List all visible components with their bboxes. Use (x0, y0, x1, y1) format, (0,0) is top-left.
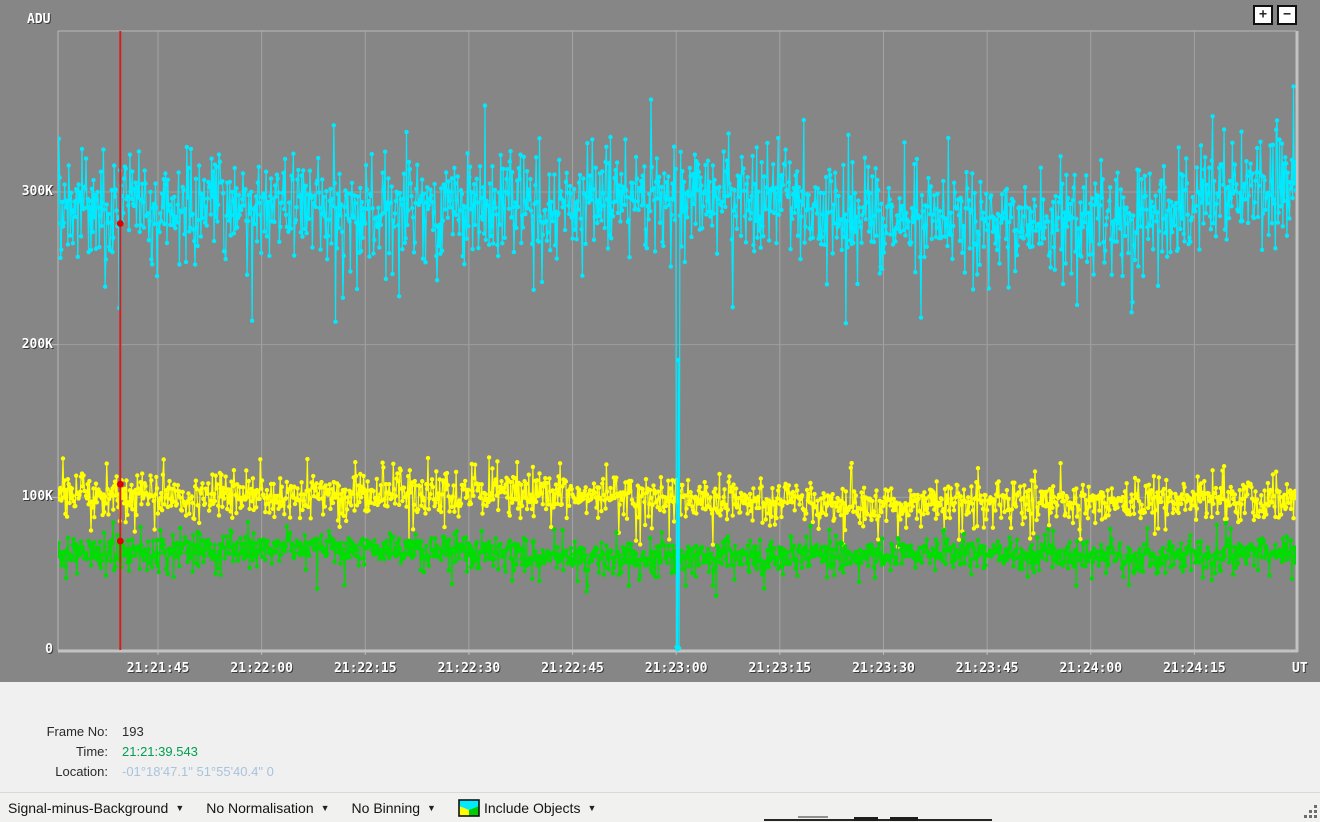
light-curve-plot[interactable] (0, 0, 1320, 682)
frame-location-row: Location: -01°18'47.1" 51°55'40.4" 0 (0, 762, 274, 782)
zoom-controls: + − (1253, 5, 1297, 25)
x-tick-label: 21:23:00 (645, 661, 708, 676)
y-tick-label: 300K (0, 184, 53, 199)
frame-time-label: Time: (0, 742, 108, 762)
dropdown-reduction-mode[interactable]: Signal-minus-Background ▼ (8, 800, 184, 816)
frame-location-value: -01°18'47.1" 51°55'40.4" 0 (122, 762, 274, 782)
y-tick-label: 100K (0, 489, 53, 504)
x-tick-label: 21:23:15 (749, 661, 812, 676)
frame-location-label: Location: (0, 762, 108, 782)
light-curve-viewer-window: ADU UT 21:21:45 21:22:00 21:22:15 21:22:30 2… (0, 0, 1320, 822)
y-tick-label: 200K (0, 337, 53, 352)
x-tick-label: 21:23:45 (956, 661, 1019, 676)
include-objects-icon (458, 799, 480, 817)
chevron-down-icon: ▼ (587, 803, 596, 813)
x-tick-label: 21:24:00 (1059, 661, 1122, 676)
dropdown-binning[interactable]: No Binning ▼ (352, 800, 436, 816)
dropdown-normalisation[interactable]: No Normalisation ▼ (206, 800, 329, 816)
frame-time-value: 21:21:39.543 (122, 742, 198, 762)
frame-number-value: 193 (122, 722, 144, 742)
x-tick-label: 21:24:15 (1163, 661, 1226, 676)
frame-number-row: Frame No: 193 (0, 722, 274, 742)
clipped-background-text-artifact (854, 817, 878, 821)
x-tick-label: 21:23:30 (852, 661, 915, 676)
x-tick-label: 21:21:45 (127, 661, 190, 676)
x-axis-title: UT (1292, 661, 1308, 676)
chevron-down-icon: ▼ (427, 803, 436, 813)
x-tick-label: 21:22:15 (334, 661, 397, 676)
chevron-down-icon: ▼ (321, 803, 330, 813)
x-tick-label: 21:22:30 (438, 661, 501, 676)
frame-time-row: Time: 21:21:39.543 (0, 742, 274, 762)
frame-info-block: Frame No: 193 Time: 21:21:39.543 Locatio… (0, 722, 274, 782)
frame-info-panel: Frame No: 193 Time: 21:21:39.543 Locatio… (0, 682, 1320, 792)
clipped-background-window-artifact (798, 816, 828, 818)
clipped-background-window-artifact (764, 819, 992, 821)
frame-number-label: Frame No: (0, 722, 108, 742)
light-curve-chart-region: ADU UT 21:21:45 21:22:00 21:22:15 21:22:30 2… (0, 0, 1320, 682)
dropdown-include-objects[interactable]: Include Objects ▼ (458, 799, 596, 817)
x-tick-label: 21:22:45 (541, 661, 604, 676)
x-tick-label: 21:22:00 (230, 661, 293, 676)
bottom-toolbar: Signal-minus-Background ▼ No Normalisati… (0, 792, 1320, 822)
zoom-in-button[interactable]: + (1253, 5, 1273, 25)
zoom-out-button[interactable]: − (1277, 5, 1297, 25)
chevron-down-icon: ▼ (175, 803, 184, 813)
resize-grip[interactable] (1301, 802, 1318, 819)
clipped-background-text-artifact (890, 817, 918, 821)
y-axis-title: ADU (27, 12, 50, 27)
y-tick-label: 0 (0, 642, 53, 657)
